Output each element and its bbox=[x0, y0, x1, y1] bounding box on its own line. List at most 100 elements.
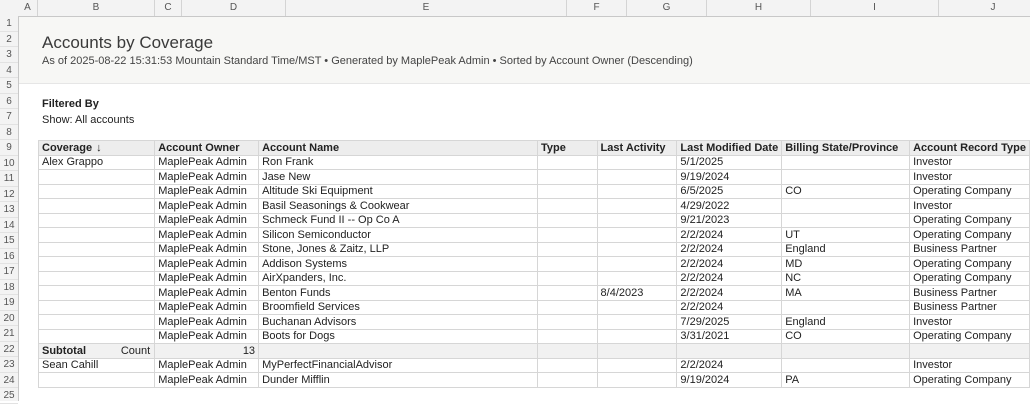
type-cell[interactable] bbox=[537, 328, 598, 344]
billing-state-cell[interactable] bbox=[781, 212, 911, 228]
record-type-cell[interactable]: Operating Company bbox=[909, 256, 1030, 272]
type-cell[interactable] bbox=[537, 198, 598, 214]
row-header[interactable]: 22 bbox=[0, 342, 18, 357]
billing-state-cell[interactable] bbox=[781, 154, 911, 170]
row-header[interactable]: 3 bbox=[0, 47, 18, 63]
column-header-j[interactable]: J bbox=[939, 0, 1030, 16]
owner-cell[interactable]: MaplePeak Admin bbox=[154, 285, 260, 301]
last-activity-cell[interactable] bbox=[596, 212, 678, 228]
row-header[interactable]: 25 bbox=[0, 388, 18, 404]
billing-state-cell[interactable] bbox=[781, 198, 911, 214]
column-header-g[interactable]: G bbox=[627, 0, 707, 16]
account-name-cell[interactable]: Benton Funds bbox=[258, 285, 539, 301]
account-name-cell[interactable]: Altitude Ski Equipment bbox=[258, 183, 539, 199]
last-modified-header[interactable]: Last Modified Date bbox=[676, 140, 783, 156]
coverage-cell[interactable] bbox=[37, 314, 156, 330]
billing-state-header[interactable]: Billing State/Province bbox=[781, 140, 911, 156]
account-name-cell[interactable]: Broomfield Services bbox=[258, 299, 539, 315]
billing-state-cell[interactable] bbox=[781, 299, 911, 315]
row-header[interactable]: 5 bbox=[0, 78, 18, 94]
type-cell[interactable] bbox=[537, 183, 598, 199]
billing-state-cell[interactable]: England bbox=[781, 241, 911, 257]
owner-cell[interactable]: MaplePeak Admin bbox=[154, 169, 260, 185]
last-activity-cell[interactable] bbox=[596, 328, 678, 344]
row-header[interactable]: 7 bbox=[0, 109, 18, 125]
row-header[interactable]: 24 bbox=[0, 373, 18, 388]
record-type-cell[interactable]: Operating Company bbox=[909, 183, 1030, 199]
last-modified-cell[interactable]: 6/5/2025 bbox=[676, 183, 783, 199]
record-type-cell[interactable]: Operating Company bbox=[909, 227, 1030, 243]
column-header-i[interactable]: I bbox=[811, 0, 939, 16]
last-activity-cell[interactable] bbox=[596, 154, 678, 170]
subtotal-empty-cell[interactable] bbox=[596, 343, 678, 359]
owner-cell[interactable]: MaplePeak Admin bbox=[154, 154, 260, 170]
coverage-cell[interactable] bbox=[37, 299, 156, 315]
owner-cell[interactable]: MaplePeak Admin bbox=[154, 372, 260, 388]
record-type-cell[interactable]: Business Partner bbox=[909, 241, 1030, 257]
owner-cell[interactable]: MaplePeak Admin bbox=[154, 241, 260, 257]
account-name-cell[interactable]: Buchanan Advisors bbox=[258, 314, 539, 330]
coverage-cell[interactable] bbox=[37, 270, 156, 286]
billing-state-cell[interactable]: UT bbox=[781, 227, 911, 243]
type-cell[interactable] bbox=[537, 285, 598, 301]
last-activity-cell[interactable] bbox=[596, 299, 678, 315]
account-name-cell[interactable]: Addison Systems bbox=[258, 256, 539, 272]
account-name-cell[interactable]: Stone, Jones & Zaitz, LLP bbox=[258, 241, 539, 257]
account-name-header[interactable]: Account Name bbox=[258, 140, 539, 156]
last-modified-cell[interactable]: 2/2/2024 bbox=[676, 357, 783, 373]
last-modified-cell[interactable]: 5/1/2025 bbox=[676, 154, 783, 170]
coverage-cell[interactable] bbox=[37, 372, 156, 388]
record-type-cell[interactable]: Investor bbox=[909, 314, 1030, 330]
last-modified-cell[interactable]: 9/19/2024 bbox=[676, 169, 783, 185]
column-header-d[interactable]: D bbox=[182, 0, 286, 16]
type-cell[interactable] bbox=[537, 270, 598, 286]
column-header-b[interactable]: B bbox=[38, 0, 155, 16]
last-modified-cell[interactable]: 9/19/2024 bbox=[676, 372, 783, 388]
account-name-cell[interactable]: Schmeck Fund II -- Op Co A bbox=[258, 212, 539, 228]
last-activity-cell[interactable] bbox=[596, 357, 678, 373]
billing-state-cell[interactable]: CO bbox=[781, 183, 911, 199]
owner-cell[interactable]: MaplePeak Admin bbox=[154, 183, 260, 199]
subtotal-empty-cell[interactable] bbox=[909, 343, 1030, 359]
last-modified-cell[interactable]: 2/2/2024 bbox=[676, 285, 783, 301]
last-activity-cell[interactable] bbox=[596, 270, 678, 286]
row-header[interactable]: 15 bbox=[0, 233, 18, 249]
subtotal-empty-cell[interactable] bbox=[258, 343, 539, 359]
billing-state-cell[interactable]: MA bbox=[781, 285, 911, 301]
account-name-cell[interactable]: Basil Seasonings & Cookwear bbox=[258, 198, 539, 214]
last-modified-cell[interactable]: 3/31/2021 bbox=[676, 328, 783, 344]
billing-state-cell[interactable]: MD bbox=[781, 256, 911, 272]
column-header-a[interactable]: A bbox=[18, 0, 38, 16]
account-name-cell[interactable]: Boots for Dogs bbox=[258, 328, 539, 344]
last-activity-header[interactable]: Last Activity bbox=[596, 140, 678, 156]
owner-cell[interactable]: MaplePeak Admin bbox=[154, 328, 260, 344]
subtotal-label-cell[interactable]: Subtotal Count bbox=[37, 343, 156, 359]
record-type-cell[interactable]: Operating Company bbox=[909, 270, 1030, 286]
last-activity-cell[interactable] bbox=[596, 227, 678, 243]
row-header[interactable]: 9 bbox=[0, 140, 18, 156]
column-header-e[interactable]: E bbox=[286, 0, 567, 16]
account-name-cell[interactable]: Dunder Mifflin bbox=[258, 372, 539, 388]
billing-state-cell[interactable]: NC bbox=[781, 270, 911, 286]
coverage-cell[interactable] bbox=[37, 183, 156, 199]
last-modified-cell[interactable]: 4/29/2022 bbox=[676, 198, 783, 214]
owner-cell[interactable]: MaplePeak Admin bbox=[154, 314, 260, 330]
column-header-f[interactable]: F bbox=[567, 0, 627, 16]
last-activity-cell[interactable] bbox=[596, 372, 678, 388]
coverage-cell[interactable]: Alex Grappo bbox=[37, 154, 156, 170]
billing-state-cell[interactable]: England bbox=[781, 314, 911, 330]
last-modified-cell[interactable]: 9/21/2023 bbox=[676, 212, 783, 228]
row-header[interactable]: 18 bbox=[0, 280, 18, 295]
sort-descending-icon[interactable]: ↓ bbox=[96, 142, 102, 154]
owner-cell[interactable]: MaplePeak Admin bbox=[154, 198, 260, 214]
row-header[interactable]: 17 bbox=[0, 264, 18, 280]
last-modified-cell[interactable]: 2/2/2024 bbox=[676, 270, 783, 286]
coverage-cell[interactable] bbox=[37, 328, 156, 344]
account-owner-header[interactable]: Account Owner bbox=[154, 140, 260, 156]
record-type-cell[interactable]: Operating Company bbox=[909, 212, 1030, 228]
last-activity-cell[interactable] bbox=[596, 241, 678, 257]
type-cell[interactable] bbox=[537, 169, 598, 185]
last-modified-cell[interactable]: 2/2/2024 bbox=[676, 299, 783, 315]
row-header[interactable]: 8 bbox=[0, 125, 18, 140]
row-header[interactable]: 6 bbox=[0, 94, 18, 109]
